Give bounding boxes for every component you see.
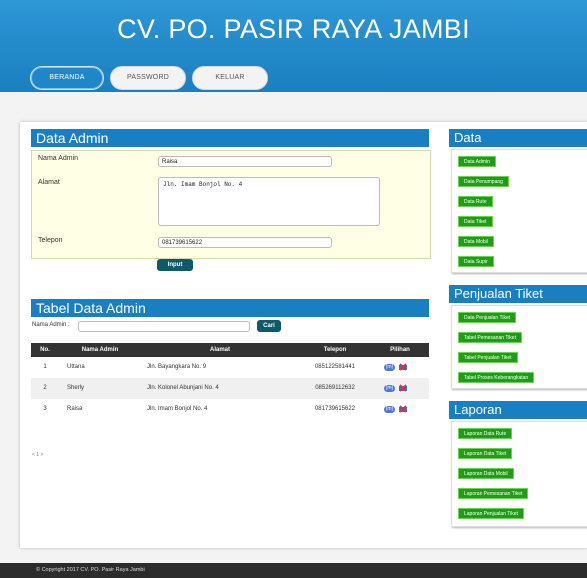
- header-band: [0, 92, 587, 122]
- address-label: Alamat: [38, 179, 60, 186]
- cell-no: 1: [43, 364, 47, 370]
- sidebar-sales-heading: Penjualan Tiket: [449, 285, 587, 303]
- table-heading: Tabel Data Admin: [31, 299, 429, 317]
- main-nav: BERANDA PASSWORD KELUAR: [0, 66, 587, 92]
- cell-phone: 085269112632: [315, 385, 355, 391]
- table-row: 3 Raisa Jln. Imam Bonjol No. 4 081739615…: [31, 399, 429, 420]
- sidebar-data-box: Data Admin Data Penumpang Data Rute Data…: [451, 149, 587, 273]
- cell-address: Jln. Kolonel Abunjani No. 4: [147, 385, 219, 391]
- sidebar-item-laporan-data-tiket[interactable]: Laporan Data Tiket: [458, 448, 513, 459]
- delete-icon[interactable]: [398, 362, 408, 372]
- page-frame: CV. PO. PASIR RAYA JAMBI BERANDA PASSWOR…: [0, 0, 587, 578]
- sidebar-item-data-admin[interactable]: Data Admin: [458, 156, 496, 167]
- nav-beranda[interactable]: BERANDA: [30, 66, 104, 90]
- sidebar-item-laporan-data-rute[interactable]: Laporan Data Rute: [458, 428, 513, 439]
- content-area: Data Admin Nama Admin Raisa Alamat Jln. …: [20, 122, 587, 548]
- edit-icon[interactable]: (m): [384, 385, 395, 392]
- sidebar-reports-heading: Laporan: [449, 401, 587, 419]
- sidebar-item-data-mobil[interactable]: Data Mobil: [458, 236, 494, 247]
- search-input[interactable]: [78, 321, 250, 332]
- sidebar-data-heading: Data: [449, 129, 587, 147]
- col-name: Nama Admin: [81, 347, 119, 353]
- cell-name: Uttana: [67, 364, 85, 370]
- sidebar-item-data-tiket[interactable]: Data Tiket: [458, 216, 493, 227]
- form-heading: Data Admin: [31, 129, 429, 147]
- nav-password[interactable]: PASSWORD: [110, 66, 186, 90]
- pagination[interactable]: < 1 >: [32, 452, 43, 458]
- sidebar-item-data-penumpang[interactable]: Data Penumpang: [458, 176, 509, 187]
- sidebar-item-data-penjualan-tiket[interactable]: Data Penjualan Tiket: [458, 312, 517, 323]
- cell-phone: 085122581441: [314, 364, 356, 370]
- sidebar-item-laporan-penjualan-tiket[interactable]: Laporan Penjualan Tiket: [458, 508, 524, 519]
- sidebar-item-data-supir[interactable]: Data Supir: [458, 256, 494, 267]
- sidebar-item-tabel-proses-keberangkatan[interactable]: Tabel Proses Keberangkatan: [458, 372, 535, 383]
- cell-address: Jln. Bayangkara No. 9: [147, 364, 207, 370]
- col-no: No.: [40, 347, 50, 353]
- admin-form: Nama Admin Raisa Alamat Jln. Imam Bonjol…: [31, 150, 431, 259]
- sidebar-item-laporan-data-mobil[interactable]: Laporan Data Mobil: [458, 468, 514, 479]
- cell-name: Sherly: [67, 385, 85, 391]
- sidebar-item-data-rute[interactable]: Data Rute: [458, 196, 493, 207]
- sidebar-reports-box: Laporan Data Rute Laporan Data Tiket Lap…: [451, 421, 587, 527]
- table-header: No. Nama Admin Alamat Telepon Pilihan: [31, 343, 429, 357]
- phone-label: Telepon: [38, 237, 63, 244]
- address-textarea[interactable]: Jln. Imam Bonjol No. 4: [158, 177, 380, 226]
- footer: © Copyright 2017 CV. PO. Pasir Raya Jamb…: [0, 563, 587, 578]
- cell-no: 3: [43, 406, 47, 412]
- sidebar-sales-box: Data Penjualan Tiket Tabel Pemesanan Tik…: [451, 305, 587, 389]
- delete-icon[interactable]: [398, 383, 408, 393]
- sidebar-item-tabel-pemesanan-tiket[interactable]: Tabel Pemesanan Tiket: [458, 332, 522, 343]
- cell-no: 2: [43, 385, 47, 391]
- sidebar-item-tabel-penjualan-tiket[interactable]: Tabel Penjualan Tiket: [458, 352, 518, 363]
- name-label: Nama Admin: [38, 155, 79, 162]
- search-label: Nama Admin :: [32, 322, 70, 328]
- edit-icon[interactable]: (m): [384, 406, 395, 413]
- cell-phone: 081739615622: [314, 406, 356, 412]
- col-action: Pilihan: [390, 347, 410, 353]
- table-row: 1 Uttana Jln. Bayangkara No. 9 085122581…: [31, 357, 429, 378]
- site-header: CV. PO. PASIR RAYA JAMBI BERANDA PASSWOR…: [0, 0, 587, 92]
- input-button[interactable]: Input: [157, 259, 193, 271]
- col-address: Alamat: [209, 347, 230, 353]
- phone-input[interactable]: 081739615622: [158, 237, 332, 248]
- delete-icon[interactable]: [398, 404, 408, 414]
- site-title: CV. PO. PASIR RAYA JAMBI: [117, 14, 470, 44]
- search-button[interactable]: Cari: [257, 320, 281, 332]
- sidebar-item-laporan-pemesanan-tiket[interactable]: Laporan Pemesanan Tiket: [458, 488, 529, 499]
- nav-keluar[interactable]: KELUAR: [192, 66, 268, 90]
- cell-name: Raisa: [67, 406, 83, 412]
- name-input[interactable]: Raisa: [158, 156, 332, 167]
- table-row: 2 Sherly Jln. Kolonel Abunjani No. 4 085…: [31, 378, 429, 399]
- edit-icon[interactable]: (m): [384, 364, 395, 371]
- col-phone: Telepon: [323, 347, 347, 353]
- cell-address: Jln. Imam Bonjol No. 4: [147, 406, 208, 412]
